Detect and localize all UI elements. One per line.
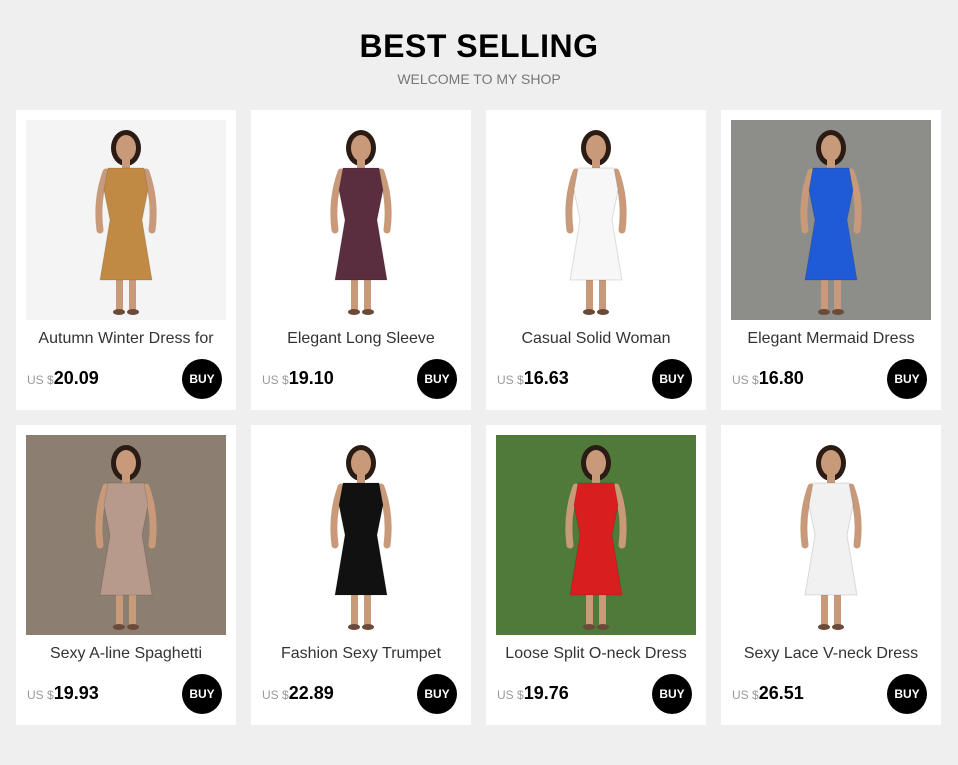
model-shoe-right [127, 309, 139, 315]
product-card[interactable]: Elegant Mermaid Dress US $16.80 BUY [721, 110, 941, 410]
currency-label: US $ [732, 373, 759, 387]
model-neck [592, 473, 600, 483]
price: US $22.89 [262, 683, 334, 707]
price: US $20.09 [27, 368, 99, 392]
model-shoe-right [127, 624, 139, 630]
product-photo[interactable] [496, 120, 696, 320]
buy-button[interactable]: BUY [417, 674, 457, 714]
currency-label: US $ [497, 373, 524, 387]
product-photo[interactable] [496, 435, 696, 635]
model-head [586, 450, 606, 476]
product-photo[interactable] [26, 435, 226, 635]
price-amount: 16.63 [523, 368, 569, 388]
product-name[interactable]: Loose Split O-neck Dress [490, 643, 702, 665]
model-shoe-right [597, 309, 609, 315]
model-shoe-left [818, 309, 830, 315]
model-shoe-left [818, 624, 830, 630]
product-photo[interactable] [26, 120, 226, 320]
product-card[interactable]: Loose Split O-neck Dress US $19.76 BUY [486, 425, 706, 725]
model-head [821, 135, 841, 161]
model-neck [122, 473, 130, 483]
model-shoe-right [362, 624, 374, 630]
product-name[interactable]: Autumn Winter Dress for [20, 328, 232, 350]
model-shoe-right [597, 624, 609, 630]
buy-button[interactable]: BUY [417, 359, 457, 399]
product-photo[interactable] [731, 435, 931, 635]
currency-label: US $ [27, 373, 54, 387]
product-image [261, 435, 461, 635]
price: US $19.10 [262, 368, 334, 392]
price-amount: 20.09 [53, 368, 99, 388]
product-card[interactable]: Fashion Sexy Trumpet US $22.89 BUY [251, 425, 471, 725]
price-amount: 19.76 [523, 683, 569, 703]
price: US $26.51 [732, 683, 804, 707]
model-shoe-left [113, 309, 125, 315]
product-image [26, 435, 226, 635]
price-amount: 22.89 [288, 683, 334, 703]
currency-label: US $ [732, 688, 759, 702]
model-shoe-left [583, 309, 595, 315]
product-card[interactable]: Sexy A-line Spaghetti US $19.93 BUY [16, 425, 236, 725]
product-image [731, 120, 931, 320]
model-head [351, 450, 371, 476]
product-name[interactable]: Casual Solid Woman [490, 328, 702, 350]
product-grid: Autumn Winter Dress for US $20.09 BUY El… [16, 110, 942, 725]
product-card[interactable]: Elegant Long Sleeve US $19.10 BUY [251, 110, 471, 410]
model-head [116, 135, 136, 161]
model-shoe-right [832, 624, 844, 630]
product-photo[interactable] [261, 435, 461, 635]
page-title: BEST SELLING [359, 28, 599, 64]
product-image [731, 435, 931, 635]
price-amount: 19.10 [288, 368, 334, 388]
product-name[interactable]: Fashion Sexy Trumpet [255, 643, 467, 665]
product-image [496, 120, 696, 320]
price: US $19.93 [27, 683, 99, 707]
model-neck [827, 158, 835, 168]
product-name[interactable]: Sexy Lace V-neck Dress [725, 643, 937, 665]
model-shoe-left [113, 624, 125, 630]
product-name[interactable]: Sexy A-line Spaghetti [20, 643, 232, 665]
currency-label: US $ [497, 688, 524, 702]
page-subtitle: WELCOME TO MY SHOP [397, 71, 561, 87]
product-image [261, 120, 461, 320]
product-photo[interactable] [261, 120, 461, 320]
price-amount: 19.93 [53, 683, 99, 703]
product-image [26, 120, 226, 320]
currency-label: US $ [262, 688, 289, 702]
product-card[interactable]: Casual Solid Woman US $16.63 BUY [486, 110, 706, 410]
model-shoe-left [348, 309, 360, 315]
model-head [821, 450, 841, 476]
currency-label: US $ [27, 688, 54, 702]
product-card[interactable]: Autumn Winter Dress for US $20.09 BUY [16, 110, 236, 410]
model-head [351, 135, 371, 161]
buy-button[interactable]: BUY [652, 359, 692, 399]
model-neck [122, 158, 130, 168]
model-shoe-left [348, 624, 360, 630]
price-amount: 26.51 [758, 683, 804, 703]
currency-label: US $ [262, 373, 289, 387]
model-neck [357, 158, 365, 168]
model-head [116, 450, 136, 476]
model-shoe-left [583, 624, 595, 630]
model-shoe-right [362, 309, 374, 315]
model-head [586, 135, 606, 161]
price: US $16.63 [497, 368, 569, 392]
product-name[interactable]: Elegant Long Sleeve [255, 328, 467, 350]
buy-button[interactable]: BUY [652, 674, 692, 714]
buy-button[interactable]: BUY [887, 674, 927, 714]
model-neck [357, 473, 365, 483]
product-photo[interactable] [731, 120, 931, 320]
product-image [496, 435, 696, 635]
price-amount: 16.80 [758, 368, 804, 388]
product-card[interactable]: Sexy Lace V-neck Dress US $26.51 BUY [721, 425, 941, 725]
price: US $19.76 [497, 683, 569, 707]
model-neck [592, 158, 600, 168]
model-neck [827, 473, 835, 483]
buy-button[interactable]: BUY [887, 359, 927, 399]
product-name[interactable]: Elegant Mermaid Dress [725, 328, 937, 350]
model-shoe-right [832, 309, 844, 315]
price: US $16.80 [732, 368, 804, 392]
buy-button[interactable]: BUY [182, 359, 222, 399]
buy-button[interactable]: BUY [182, 674, 222, 714]
